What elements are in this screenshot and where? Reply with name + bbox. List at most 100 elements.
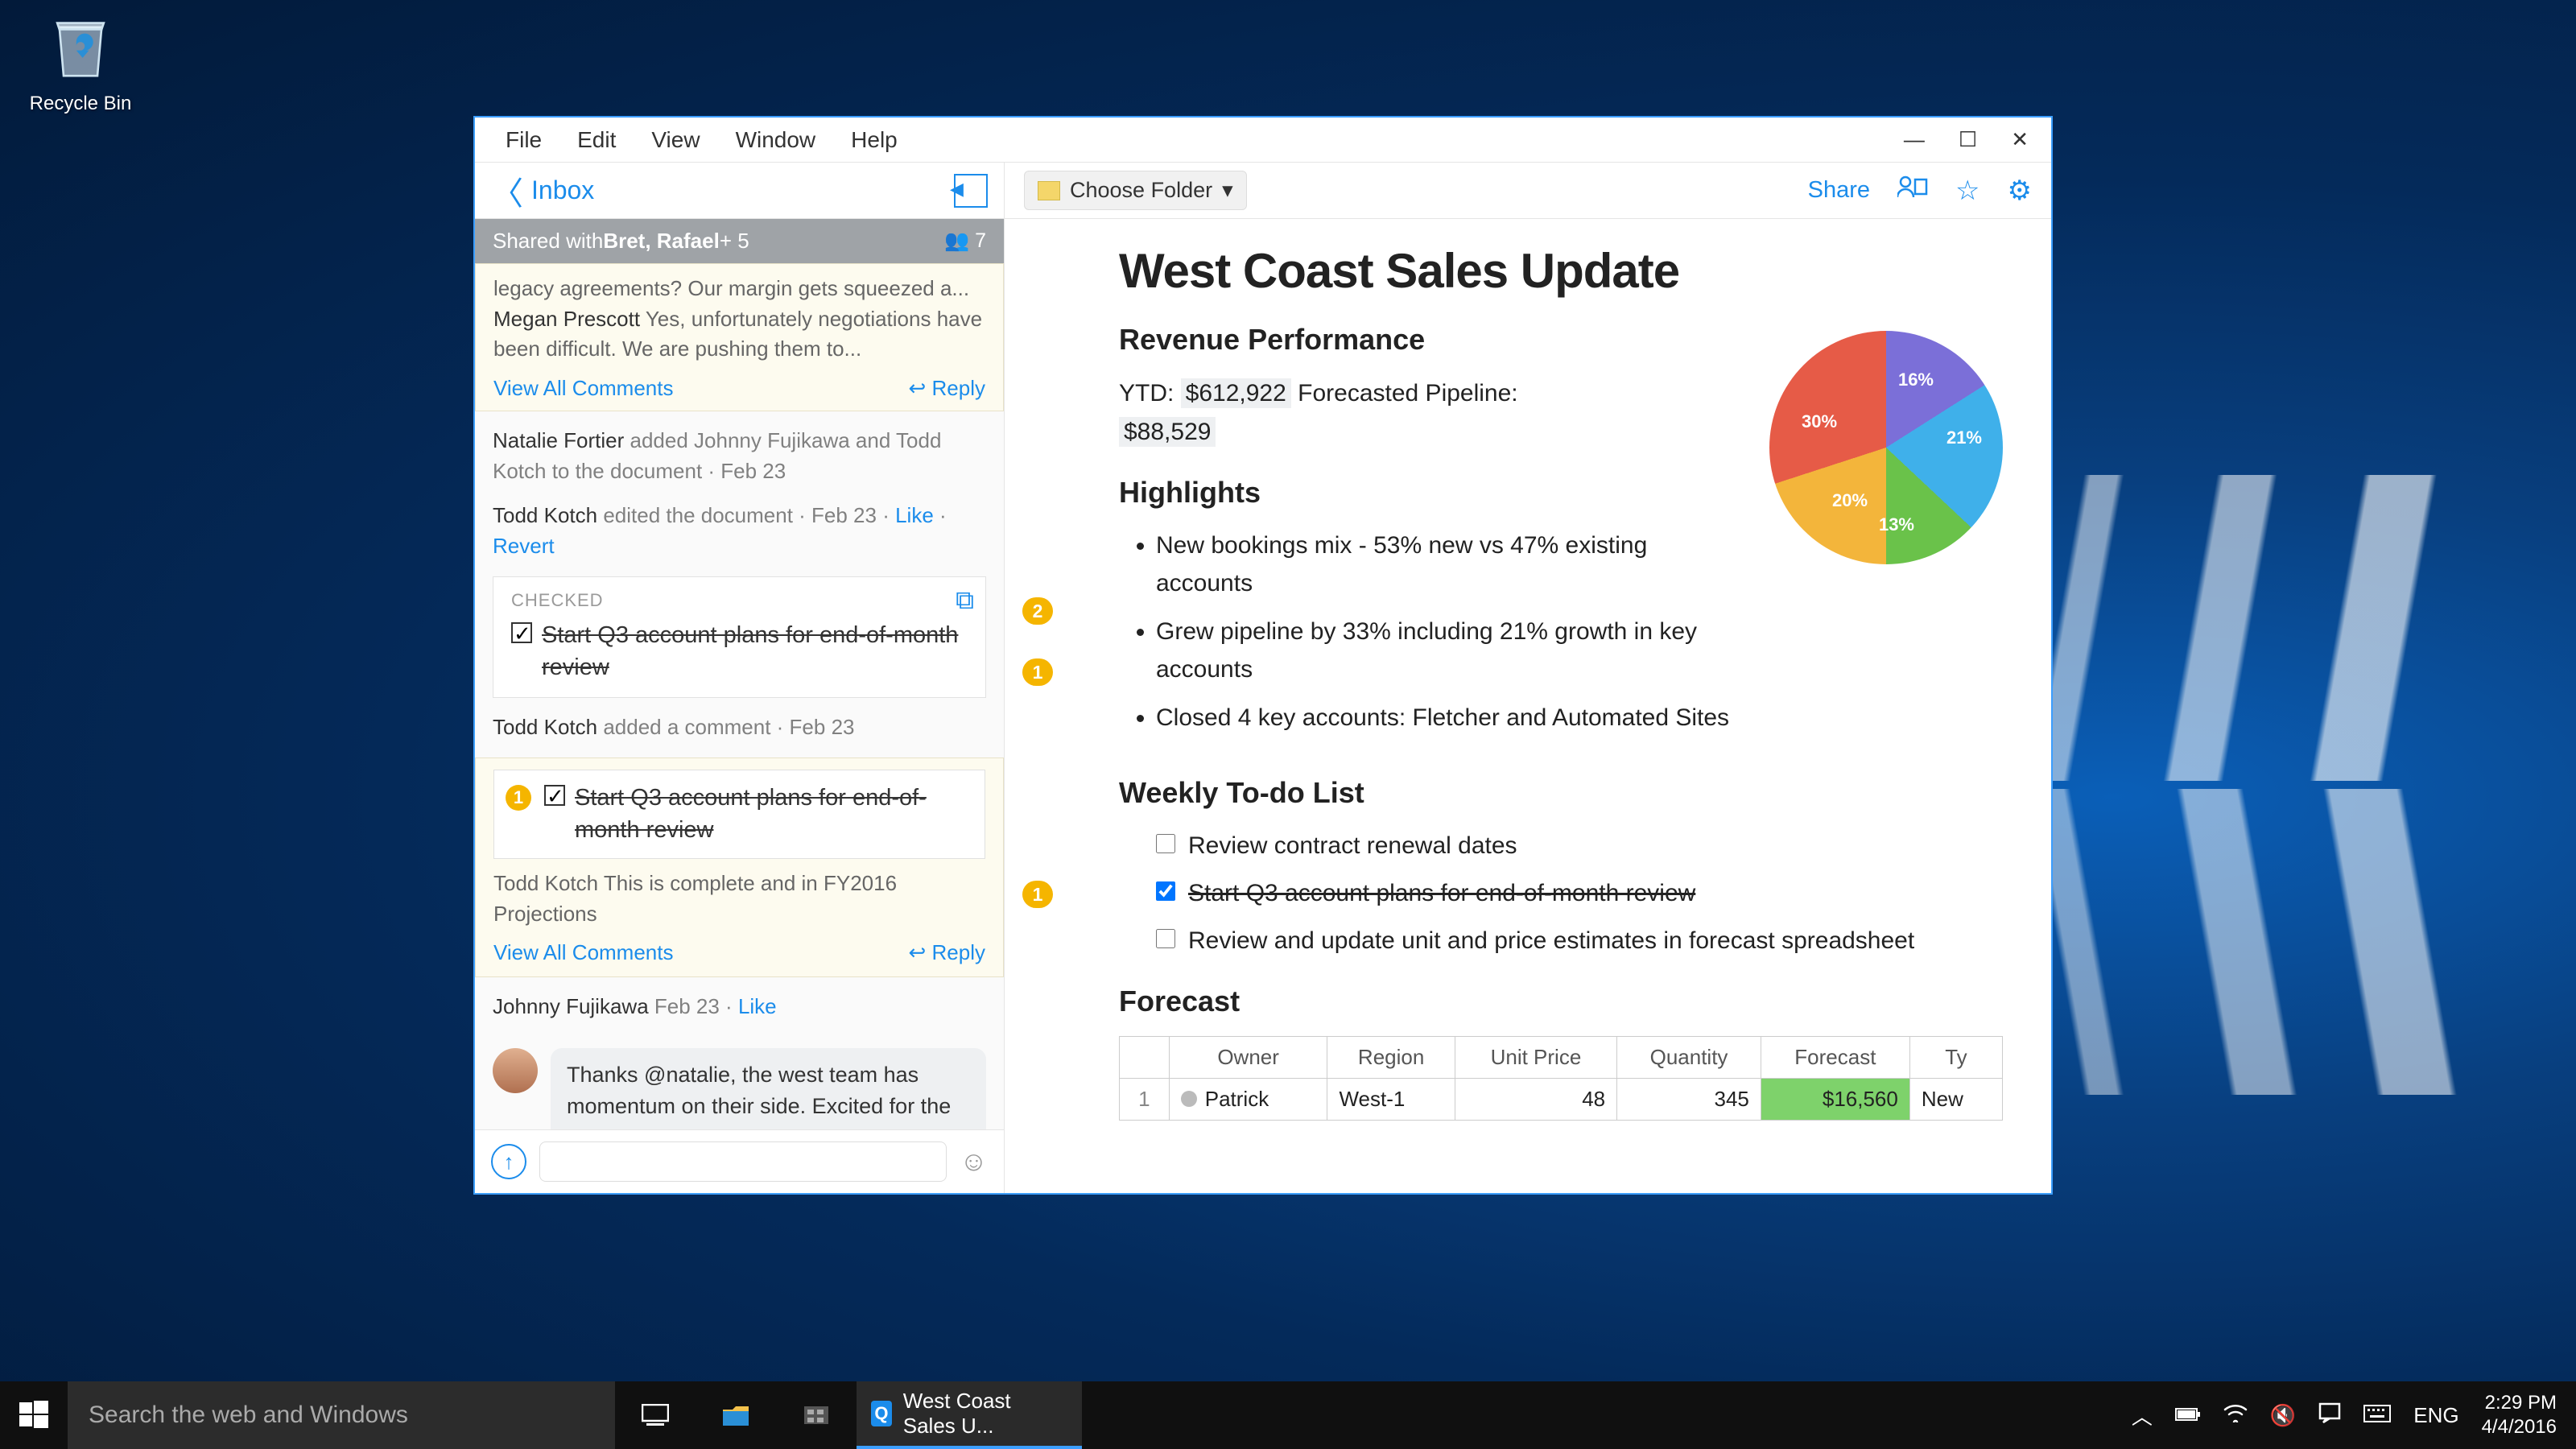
chat-bubble: Thanks @natalie, the west team has momen…: [551, 1048, 986, 1129]
desktop-icon-recycle-bin[interactable]: Recycle Bin: [24, 14, 137, 115]
system-tray: ︿ 🔇 ENG 2:29 PM 4/4/2016: [2112, 1391, 2576, 1439]
taskbar-app-generic[interactable]: [776, 1381, 857, 1449]
action-center-icon[interactable]: [2318, 1402, 2341, 1429]
todo-checkbox[interactable]: [1156, 929, 1175, 948]
collapse-sidebar-button[interactable]: [954, 174, 988, 208]
menu-help[interactable]: Help: [833, 127, 915, 153]
like-link[interactable]: Like: [738, 994, 777, 1018]
app-window: File Edit View Window Help — ☐ ✕ 〈 Inbox…: [473, 116, 2053, 1195]
todo-checkbox[interactable]: [1156, 834, 1175, 853]
checked-label: CHECKED: [511, 590, 968, 611]
pie-label: 21%: [1946, 427, 1982, 448]
list-item: Grew pipeline by 33% including 21% growt…: [1156, 613, 1745, 688]
activity-natalie: Natalie Fortier added Johnny Fujikawa an…: [475, 411, 1004, 501]
shared-names: Bret, Rafael: [603, 229, 720, 254]
author-name: Johnny Fujikawa: [493, 994, 649, 1018]
reply-button[interactable]: Reply: [909, 940, 986, 965]
gear-icon[interactable]: ⚙: [2008, 175, 2032, 207]
document-pane: 2 1 1 West Coast Sales Update Revenue Pe…: [1005, 219, 2051, 1193]
todo-item: Review contract renewal dates: [1156, 828, 2003, 864]
col-header: Owner: [1169, 1036, 1327, 1078]
checked-diff-card: ⧉ CHECKED Start Q3 account plans for end…: [493, 576, 986, 698]
menu-window[interactable]: Window: [718, 127, 834, 153]
reply-button[interactable]: Reply: [909, 376, 986, 401]
comment-card-todd: Start Q3 account plans for end-of-month …: [475, 758, 1004, 978]
taskbar-search[interactable]: Search the web and Windows: [68, 1381, 615, 1449]
clock-time: 2:29 PM: [2482, 1391, 2557, 1415]
inbox-label[interactable]: Inbox: [531, 175, 594, 205]
highlights-list: New bookings mix - 53% new vs 47% existi…: [1119, 527, 1745, 737]
like-link[interactable]: Like: [895, 503, 934, 527]
cell-type[interactable]: New: [1909, 1078, 2002, 1120]
comment-badge[interactable]: 1: [1022, 658, 1053, 686]
cell-forecast[interactable]: $16,560: [1761, 1078, 1909, 1120]
col-header: Forecast: [1761, 1036, 1909, 1078]
view-all-comments-link[interactable]: View All Comments: [493, 940, 674, 965]
author-name: Megan Prescott: [493, 307, 640, 331]
table-header-row: Owner Region Unit Price Quantity Forecas…: [1120, 1036, 2003, 1078]
author-name: Natalie Fortier: [493, 428, 624, 452]
clock[interactable]: 2:29 PM 4/4/2016: [2482, 1391, 2557, 1439]
share-button[interactable]: Share: [1808, 177, 1870, 204]
revenue-heading: Revenue Performance: [1119, 323, 1745, 357]
task-view-button[interactable]: [615, 1381, 696, 1449]
chevron-down-icon: ▾: [1222, 178, 1233, 203]
cell-quantity[interactable]: 345: [1617, 1078, 1761, 1120]
menu-edit[interactable]: Edit: [559, 127, 634, 153]
file-explorer-button[interactable]: [696, 1381, 776, 1449]
highlights-heading: Highlights: [1119, 476, 1745, 510]
author-name: Todd Kotch: [493, 503, 597, 527]
volume-icon[interactable]: 🔇: [2270, 1403, 2296, 1428]
author-name: Todd Kotch: [493, 715, 597, 739]
emoji-button[interactable]: ☺: [960, 1146, 988, 1178]
star-icon[interactable]: ☆: [1955, 175, 1979, 207]
list-item: New bookings mix - 53% new vs 47% existi…: [1156, 527, 1745, 602]
view-all-comments-link[interactable]: View All Comments: [493, 376, 674, 401]
activity-todd-add: Todd Kotch added a comment · Feb 23: [475, 698, 1004, 758]
toolbar: 〈 Inbox Choose Folder ▾ Share ☆ ⚙: [475, 163, 2051, 219]
todo-item: Start Q3 account plans for end-of-month …: [1156, 875, 2003, 911]
shared-count: 👥 7: [944, 229, 986, 253]
open-in-doc-icon[interactable]: ⧉: [956, 585, 974, 616]
ytd-value: $612,922: [1181, 378, 1291, 408]
wifi-icon[interactable]: [2223, 1403, 2248, 1428]
cell-owner[interactable]: Patrick: [1169, 1078, 1327, 1120]
menu-view[interactable]: View: [634, 127, 717, 153]
back-button[interactable]: 〈: [491, 167, 523, 214]
activity-sidebar: Shared with Bret, Rafael + 5 👥 7 legacy …: [475, 219, 1005, 1193]
checkbox-icon: [511, 622, 532, 643]
task-text: Start Q3 account plans for end-of-month …: [542, 619, 968, 684]
minimize-button[interactable]: —: [1904, 127, 1925, 152]
revert-link[interactable]: Revert: [493, 534, 555, 558]
maximize-button[interactable]: ☐: [1959, 127, 1977, 152]
tray-expand-icon[interactable]: ︿: [2132, 1401, 2153, 1430]
comment-badge[interactable]: 1: [1022, 881, 1053, 908]
chat-message: Thanks @natalie, the west team has momen…: [475, 1037, 1004, 1129]
close-button[interactable]: ✕: [2011, 127, 2029, 152]
cell-region[interactable]: West-1: [1327, 1078, 1455, 1120]
col-header: Quantity: [1617, 1036, 1761, 1078]
col-header: Ty: [1909, 1036, 2002, 1078]
keyboard-icon[interactable]: [2363, 1403, 2391, 1428]
start-button[interactable]: [0, 1381, 68, 1449]
checkbox-icon: [544, 785, 565, 806]
windows-logo-icon: [19, 1401, 48, 1430]
cell-unit-price[interactable]: 48: [1455, 1078, 1616, 1120]
comment-badge[interactable]: 2: [1022, 597, 1053, 625]
col-header: Region: [1327, 1036, 1455, 1078]
upload-button[interactable]: ↑: [491, 1144, 526, 1179]
forecast-table: Owner Region Unit Price Quantity Forecas…: [1119, 1036, 2003, 1121]
shared-with-bar[interactable]: Shared with Bret, Rafael + 5 👥 7: [475, 219, 1004, 263]
choose-folder-button[interactable]: Choose Folder ▾: [1024, 171, 1247, 210]
activity-feed: legacy agreements? Our margin gets squee…: [475, 263, 1004, 1129]
pie-label: 30%: [1802, 411, 1837, 432]
comment-input[interactable]: [539, 1141, 947, 1182]
choose-folder-label: Choose Folder: [1070, 178, 1212, 203]
author-name: Todd Kotch: [493, 871, 598, 895]
people-icon[interactable]: [1897, 175, 1928, 206]
menu-file[interactable]: File: [488, 127, 559, 153]
language-indicator[interactable]: ENG: [2413, 1403, 2458, 1428]
taskbar-app-quip[interactable]: Q West Coast Sales U...: [857, 1381, 1082, 1449]
todo-checkbox[interactable]: [1156, 881, 1175, 901]
battery-icon[interactable]: [2175, 1403, 2201, 1428]
